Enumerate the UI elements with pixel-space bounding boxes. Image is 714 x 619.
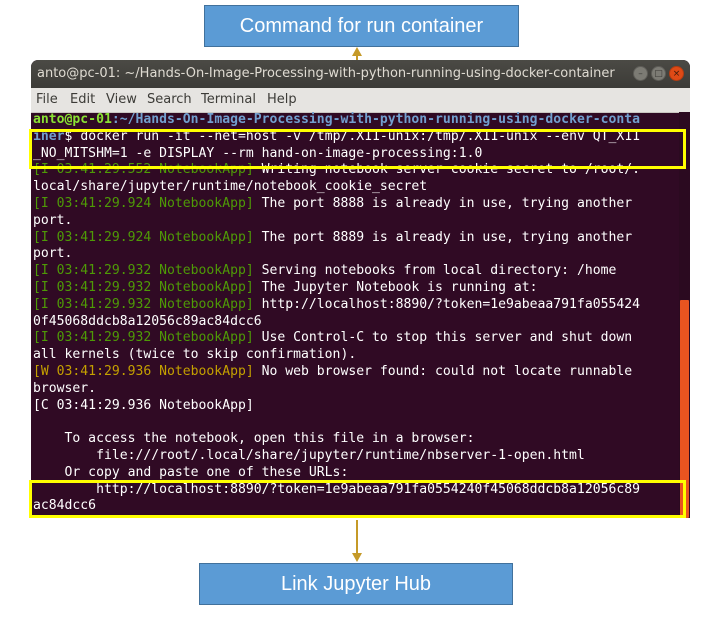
log-line: port. [33, 213, 72, 230]
log-line: port. [33, 246, 72, 263]
log-text: port. [33, 246, 73, 262]
log-prefix-info: [I 03:41:29.932 NotebookApp] [33, 263, 254, 279]
menu-help[interactable]: Help [267, 92, 297, 107]
log-line: [I 03:41:29.932 NotebookApp] Serving not… [33, 263, 616, 280]
log-text: No web browser found: could not locate r… [253, 364, 633, 379]
log-line: file:///root/.local/share/jupyter/runtim… [33, 448, 585, 465]
url-highlight-box [29, 480, 686, 518]
command-highlight-box [29, 129, 686, 169]
log-text: The Jupyter Notebook is running at: [253, 280, 538, 295]
menubar: File Edit View Search Terminal Help [31, 88, 690, 113]
terminal-scrollbar[interactable] [679, 112, 690, 518]
window-titlebar[interactable]: anto@pc-01: ~/Hands-On-Image-Processing-… [31, 60, 690, 88]
log-line: browser. [33, 381, 96, 398]
log-text: Or copy and paste one of these URLs: [33, 464, 349, 480]
log-text: To access the notebook, open this file i… [33, 431, 475, 447]
log-prefix-info: [I 03:41:29.932 NotebookApp] [33, 330, 254, 346]
prompt-path: :~/Hands-On-Image-Processing-with-python… [111, 112, 641, 127]
callout-command-label: Command for run container [204, 5, 519, 47]
menu-search[interactable]: Search [147, 92, 192, 107]
log-line: all kernels (twice to skip confirmation)… [33, 347, 356, 364]
menu-edit[interactable]: Edit [70, 92, 95, 107]
maximize-button[interactable]: □ [651, 66, 666, 81]
log-text: browser. [33, 380, 97, 396]
close-button[interactable]: × [669, 66, 684, 81]
log-text: [C 03:41:29.936 NotebookApp] [33, 397, 254, 413]
log-prefix-warning: [W 03:41:29.936 NotebookApp] [33, 364, 254, 379]
callout-command-text: Command for run container [239, 14, 484, 37]
window-title: anto@pc-01: ~/Hands-On-Image-Processing-… [37, 66, 615, 81]
log-text: all kernels (twice to skip confirmation)… [33, 347, 357, 363]
log-text: local/share/jupyter/runtime/notebook_coo… [33, 179, 428, 195]
callout-jupyter-link-text: Link Jupyter Hub [280, 572, 432, 595]
log-text: file:///root/.local/share/jupyter/runtim… [33, 448, 585, 463]
prompt-user: anto@pc-01 [33, 112, 112, 127]
log-text: 0f45068ddcb8a12056c89ac84dcc6 [33, 313, 262, 329]
log-line: [C 03:41:29.936 NotebookApp] [33, 398, 254, 415]
log-prefix-info: [I 03:41:29.924 NotebookApp] [33, 229, 254, 245]
terminal-output[interactable]: anto@pc-01:~/Hands-On-Image-Processing-w… [31, 112, 679, 518]
log-line: [I 03:41:29.932 NotebookApp] http://loca… [33, 297, 640, 314]
log-text: http://localhost:8890/?token=1e9abeaa791… [253, 296, 641, 312]
log-line: 0f45068ddcb8a12056c89ac84dcc6 [33, 314, 262, 331]
log-prefix-info: [I 03:41:29.932 NotebookApp] [33, 280, 254, 295]
log-line: local/share/jupyter/runtime/notebook_coo… [33, 179, 427, 196]
log-line: [I 03:41:29.932 NotebookApp] Use Control… [33, 330, 632, 347]
log-text: Use Control-C to stop this server and sh… [253, 330, 633, 346]
log-prefix-info: [I 03:41:29.932 NotebookApp] [33, 296, 254, 312]
arrow-down-line [356, 520, 358, 554]
menu-terminal[interactable]: Terminal [201, 92, 256, 107]
log-text: port. [33, 212, 73, 228]
callout-jupyter-link-label: Link Jupyter Hub [199, 563, 513, 605]
log-text: The port 8889 is already in use, trying … [253, 229, 633, 245]
log-line: To access the notebook, open this file i… [33, 431, 475, 448]
log-line: [I 03:41:29.924 NotebookApp] The port 88… [33, 196, 632, 213]
arrow-up-head-icon [352, 47, 362, 56]
log-text: Serving notebooks from local directory: … [253, 263, 617, 279]
log-line: [I 03:41:29.932 NotebookApp] The Jupyter… [33, 280, 538, 297]
log-text: The port 8888 is already in use, trying … [253, 196, 633, 211]
log-line: [I 03:41:29.924 NotebookApp] The port 88… [33, 230, 632, 247]
log-prefix-info: [I 03:41:29.924 NotebookApp] [33, 196, 254, 211]
prompt-line: anto@pc-01:~/Hands-On-Image-Processing-w… [33, 112, 640, 129]
minimize-button[interactable]: – [633, 66, 648, 81]
menu-file[interactable]: File [36, 92, 58, 107]
log-line: [W 03:41:29.936 NotebookApp] No web brow… [33, 364, 632, 381]
arrow-down-head-icon [352, 553, 362, 562]
menu-view[interactable]: View [106, 92, 137, 107]
